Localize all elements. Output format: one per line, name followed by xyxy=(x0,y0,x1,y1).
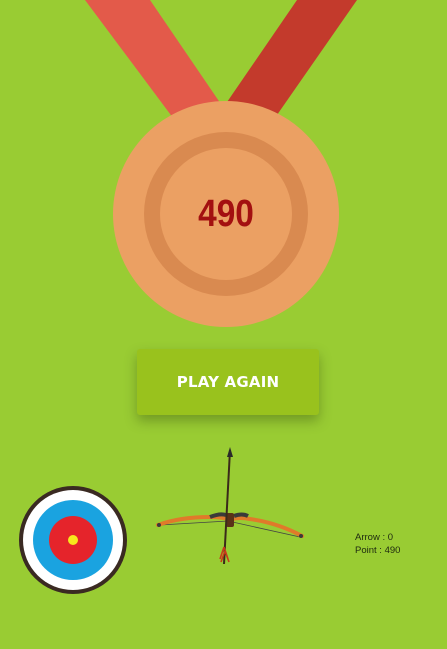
medal: 490 xyxy=(113,101,339,327)
bow-and-arrow-icon[interactable] xyxy=(150,447,310,567)
bow-right-limb xyxy=(230,516,304,538)
play-again-button[interactable]: PLAY AGAIN xyxy=(137,349,319,415)
arrow-shaft xyxy=(223,449,231,565)
arrow-head xyxy=(227,447,233,457)
arrow-count: Arrow : 0 xyxy=(355,532,394,543)
game-stats: Arrow : 0 Point : 490 xyxy=(355,531,400,557)
archery-target-icon[interactable] xyxy=(18,485,128,595)
bow-left-limb xyxy=(156,514,230,527)
final-score: 490 xyxy=(198,192,254,235)
point-count: Point : 490 xyxy=(355,545,401,556)
